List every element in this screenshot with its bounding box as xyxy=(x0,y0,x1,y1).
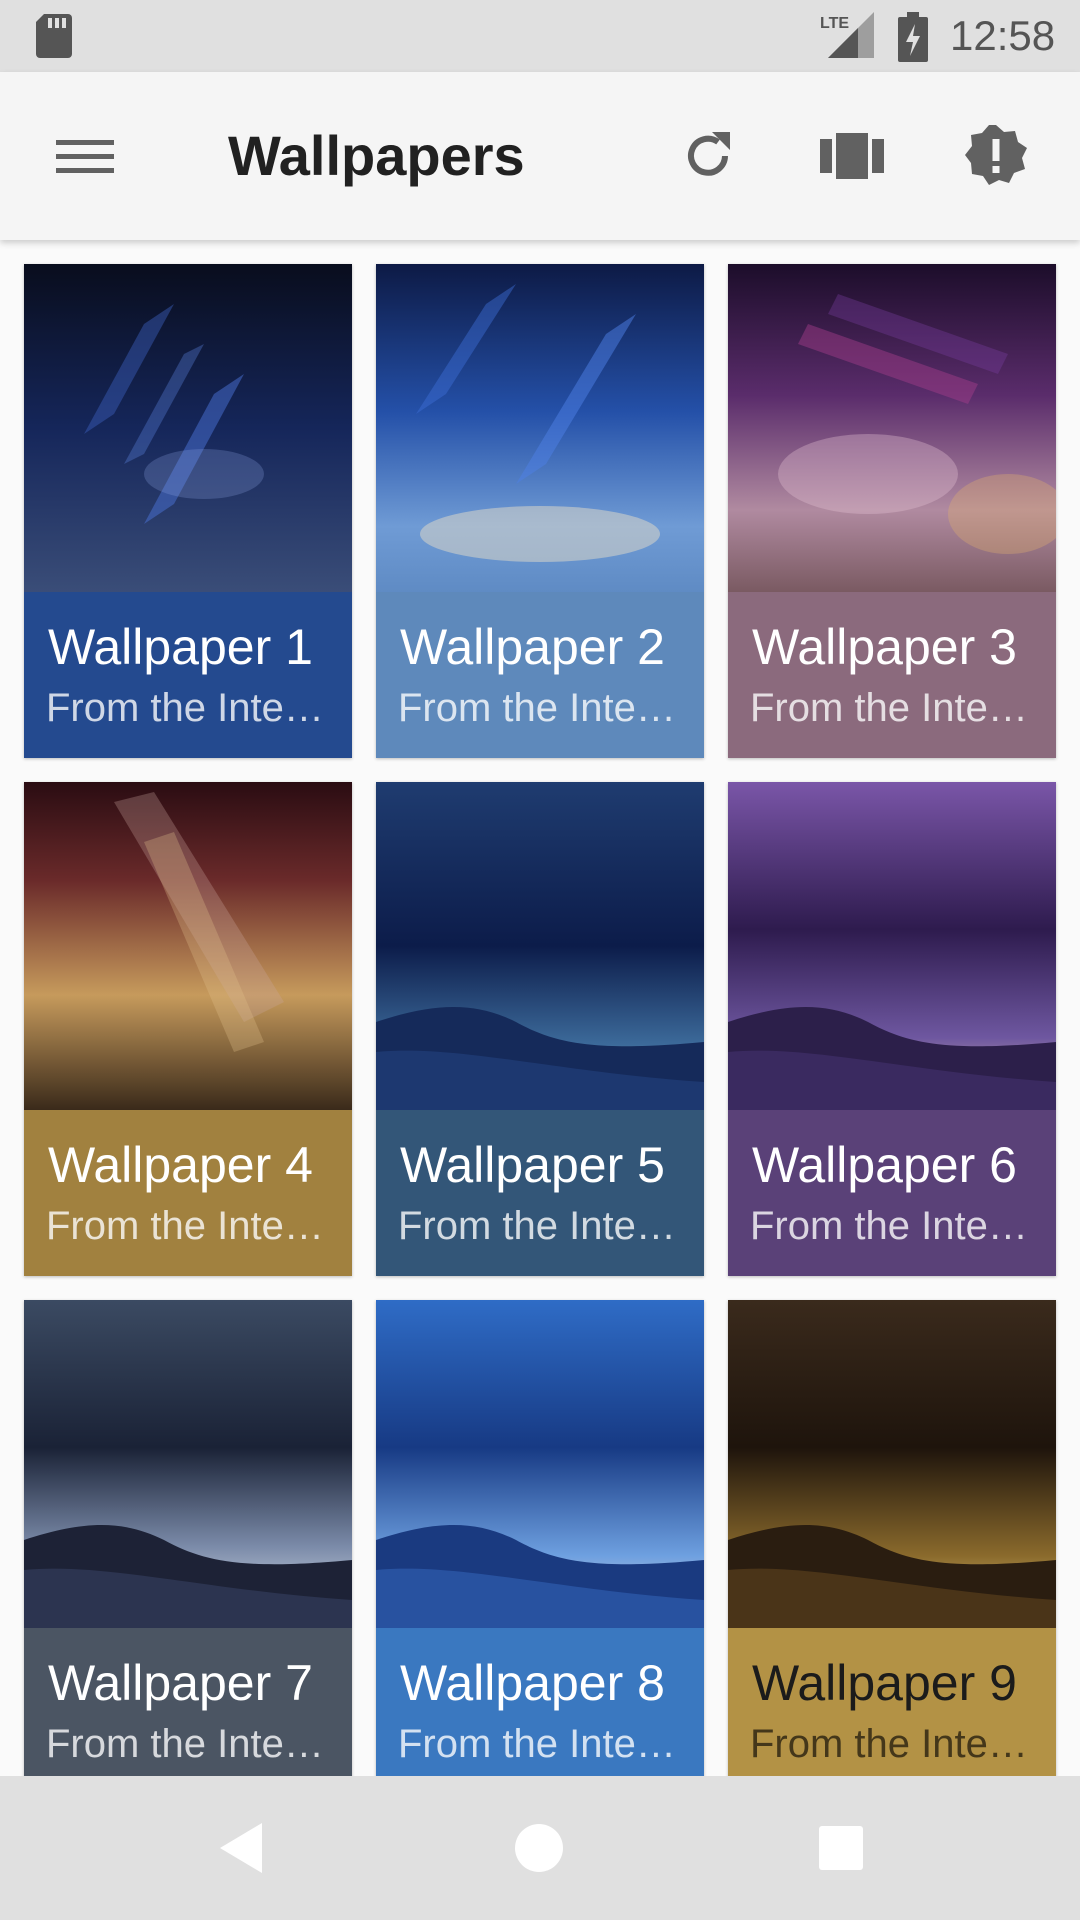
menu-icon xyxy=(56,140,114,173)
wallpaper-caption: Wallpaper 7 From the Internet xyxy=(24,1628,352,1776)
wallpaper-source: From the Internet xyxy=(46,1204,336,1248)
wallpaper-card-9[interactable]: Wallpaper 9 From the Internet xyxy=(728,1300,1056,1776)
wallpaper-caption: Wallpaper 3 From the Internet xyxy=(728,592,1056,758)
wallpaper-source: From the Internet xyxy=(398,1204,688,1248)
wallpaper-name: Wallpaper 3 xyxy=(752,619,1017,675)
wallpaper-card-7[interactable]: Wallpaper 7 From the Internet xyxy=(24,1300,352,1776)
wallpaper-caption: Wallpaper 6 From the Internet xyxy=(728,1110,1056,1276)
wallpaper-caption: Wallpaper 9 From the Internet xyxy=(728,1628,1056,1776)
view-carousel-icon xyxy=(820,133,884,179)
menu-button[interactable] xyxy=(40,116,130,196)
wallpaper-thumbnail xyxy=(728,264,1056,592)
home-icon xyxy=(515,1824,563,1872)
recents-button[interactable] xyxy=(796,1808,886,1888)
wallpaper-name: Wallpaper 1 xyxy=(48,619,313,675)
wallpaper-thumbnail xyxy=(376,1300,704,1628)
wallpaper-source: From the Internet xyxy=(46,1722,336,1766)
wallpaper-name: Wallpaper 2 xyxy=(400,619,665,675)
refresh-icon xyxy=(688,132,730,176)
wallpaper-caption: Wallpaper 4 From the Internet xyxy=(24,1110,352,1276)
wallpaper-caption: Wallpaper 1 From the Internet xyxy=(24,592,352,758)
wallpaper-name: Wallpaper 6 xyxy=(752,1137,1017,1193)
wallpaper-card-6[interactable]: Wallpaper 6 From the Internet xyxy=(728,782,1056,1276)
wallpaper-caption: Wallpaper 2 From the Internet xyxy=(376,592,704,758)
battery-charging-icon xyxy=(898,12,928,62)
wallpaper-source: From the Internet xyxy=(750,686,1040,730)
wallpaper-thumbnail xyxy=(24,782,352,1110)
recents-icon xyxy=(819,1826,863,1870)
wallpaper-thumbnail xyxy=(728,1300,1056,1628)
wallpaper-source: From the Internet xyxy=(750,1722,1040,1766)
status-bar: LTE 12:58 xyxy=(0,0,1080,72)
navigation-bar xyxy=(0,1776,1080,1920)
wallpaper-thumbnail xyxy=(24,1300,352,1628)
wallpaper-name: Wallpaper 5 xyxy=(400,1137,665,1193)
svg-text:LTE: LTE xyxy=(820,15,849,32)
wallpaper-thumbnail xyxy=(728,782,1056,1110)
wallpaper-card-3[interactable]: Wallpaper 3 From the Internet xyxy=(728,264,1056,758)
wallpaper-source: From the Internet xyxy=(46,686,336,730)
wallpaper-caption: Wallpaper 8 From the Internet xyxy=(376,1628,704,1776)
refresh-button[interactable] xyxy=(662,110,754,202)
wallpaper-card-5[interactable]: Wallpaper 5 From the Internet xyxy=(376,782,704,1276)
page-title: Wallpapers xyxy=(228,124,525,187)
wallpaper-name: Wallpaper 9 xyxy=(752,1655,1017,1711)
alert-button[interactable] xyxy=(950,110,1042,202)
lte-signal-icon: LTE xyxy=(820,12,874,58)
wallpaper-card-4[interactable]: Wallpaper 4 From the Internet xyxy=(24,782,352,1276)
clock: 12:58 xyxy=(950,12,1056,59)
wallpaper-name: Wallpaper 4 xyxy=(48,1137,313,1193)
wallpaper-source: From the Internet xyxy=(398,1722,688,1766)
alert-badge-icon xyxy=(965,125,1027,185)
wallpaper-thumbnail xyxy=(376,782,704,1110)
wallpaper-name: Wallpaper 7 xyxy=(48,1655,313,1711)
back-button[interactable] xyxy=(196,1808,286,1888)
app-bar: Wallpapers xyxy=(0,72,1080,240)
wallpaper-source: From the Internet xyxy=(398,686,688,730)
wallpaper-source: From the Internet xyxy=(750,1204,1040,1248)
home-button[interactable] xyxy=(494,1808,584,1888)
wallpaper-card-2[interactable]: Wallpaper 2 From the Internet xyxy=(376,264,704,758)
sd-card-icon xyxy=(36,14,72,58)
wallpaper-card-1[interactable]: Wallpaper 1 From the Internet xyxy=(24,264,352,758)
back-icon xyxy=(220,1823,262,1873)
view-carousel-button[interactable] xyxy=(806,110,898,202)
wallpaper-thumbnail xyxy=(24,264,352,592)
wallpaper-card-8[interactable]: Wallpaper 8 From the Internet xyxy=(376,1300,704,1776)
wallpaper-caption: Wallpaper 5 From the Internet xyxy=(376,1110,704,1276)
wallpaper-grid: Wallpaper 1 From the Internet Wallpaper … xyxy=(0,240,1080,1776)
wallpaper-name: Wallpaper 8 xyxy=(400,1655,665,1711)
wallpaper-thumbnail xyxy=(376,264,704,592)
